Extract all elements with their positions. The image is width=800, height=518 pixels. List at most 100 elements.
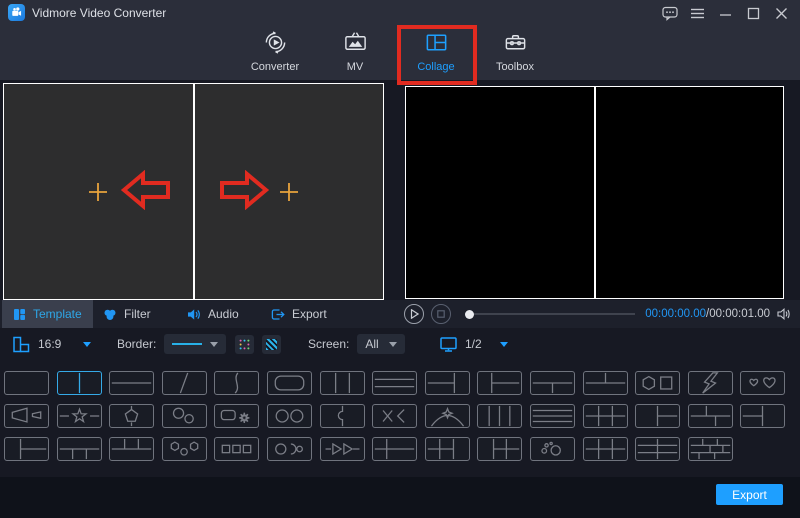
maximize-button[interactable] (745, 5, 762, 22)
template-thumbnail-left-2rows-right-col-b[interactable] (740, 404, 786, 428)
template-thumbnail-star-on-line[interactable] (56, 404, 102, 428)
template-thumbnail-two-hearts[interactable] (740, 371, 786, 395)
template-thumbnail-top-2-bottom-full[interactable] (582, 371, 628, 395)
screen-value: All (365, 337, 379, 351)
mosaic-grid-icon (690, 438, 730, 460)
template-thumbnail-top-full-bottom-2[interactable] (529, 371, 575, 395)
star-on-line-icon (59, 407, 99, 424)
template-thumbnail-circle-semicircles[interactable] (266, 437, 312, 461)
page-indicator: 1/2 (465, 337, 482, 351)
template-thumbnail-rounded-inset[interactable] (266, 371, 312, 395)
template-thumbnail-grid-2x3[interactable] (582, 404, 628, 428)
tab-filter[interactable]: Filter (92, 300, 162, 328)
tab-template[interactable]: Template (2, 300, 93, 328)
menu-button[interactable] (689, 5, 706, 22)
template-thumbnail-left-col-right-2rows-c[interactable] (4, 437, 49, 461)
template-thumbnail-two-circles-diagonal[interactable] (161, 404, 207, 428)
template-grid (4, 371, 796, 470)
bottom-bar: Export (0, 477, 800, 518)
tabs-and-player-strip: Template Filter Audio Export 00:00:00.00… (0, 300, 800, 328)
screen-select[interactable]: All (357, 334, 406, 354)
template-thumbnail-pentagon-on-line[interactable] (109, 404, 155, 428)
aspect-ratio-control[interactable]: 16:9 (12, 331, 92, 357)
curve-split-icon (234, 372, 239, 394)
top-2-bottom-full-icon (585, 372, 625, 384)
template-thumbnail-dots-and-circle[interactable] (529, 437, 575, 461)
grid-2x3-icon (585, 405, 625, 427)
border-color-select[interactable] (164, 334, 227, 354)
export-icon (271, 308, 285, 320)
arch-and-clover-icon (430, 406, 464, 427)
template-thumbnail-left-col-cross[interactable] (372, 437, 418, 461)
template-thumbnail-split-4-rows[interactable] (529, 404, 575, 428)
template-thumbnail-single[interactable] (4, 371, 49, 395)
template-thumbnail-grid-2x3-b[interactable] (582, 437, 628, 461)
pentagon-on-line-icon (124, 405, 139, 427)
template-thumbnail-cross-and-bracket[interactable] (372, 404, 418, 428)
template-thumbnail-split-3-rows[interactable] (372, 371, 418, 395)
template-thumbnail-top-full-bottom-3[interactable] (56, 437, 102, 461)
slider-knob[interactable] (465, 309, 474, 319)
template-thumbnail-split-3-cols[interactable] (319, 371, 365, 395)
nav-item-toolbox[interactable]: Toolbox (479, 29, 551, 77)
diagonal-stripes-button[interactable] (262, 334, 282, 354)
border-dropdown-arrow-icon (210, 341, 219, 347)
split-3-cols-icon (334, 372, 350, 394)
close-button[interactable] (773, 5, 790, 22)
tab-export[interactable]: Export (260, 300, 338, 328)
stop-button[interactable] (431, 304, 451, 324)
diagonal-split-icon (179, 372, 189, 394)
volume-button[interactable] (777, 308, 792, 320)
seek-slider[interactable] (465, 309, 635, 319)
template-thumbnail-split-2-cols[interactable] (56, 371, 102, 395)
feedback-bubble-icon (661, 6, 678, 21)
collage-cell-right[interactable] (192, 84, 383, 299)
template-thumbnail-grid-2x2-right-col[interactable] (424, 437, 470, 461)
play-button[interactable] (404, 304, 424, 324)
template-thumbnail-three-squares[interactable] (214, 437, 260, 461)
nav-item-converter[interactable]: Converter (239, 29, 311, 77)
template-thumbnail-curve-split[interactable] (214, 371, 260, 395)
grid-2x3-b-icon (585, 438, 625, 460)
template-thumbnail-mosaic-grid[interactable] (687, 437, 733, 461)
template-thumbnail-split-4-cols[interactable] (477, 404, 523, 428)
template-thumbnail-split-2-rows[interactable] (109, 371, 155, 395)
left-2rows-right-col-icon (427, 372, 455, 394)
export-button[interactable]: Export (716, 484, 783, 505)
lightning-split-icon (701, 372, 719, 394)
template-thumbnail-offset-grid-4[interactable] (687, 404, 733, 428)
add-video-plus-icon[interactable] (278, 181, 299, 202)
page-dropdown-arrow-icon[interactable] (499, 341, 508, 347)
template-thumbnail-frame-and-burst[interactable] (214, 404, 260, 428)
tab-label: Audio (208, 307, 239, 321)
rounded-inset-icon (274, 375, 305, 391)
nav-item-mv[interactable]: MV (319, 29, 391, 77)
template-thumbnail-hex-circle-hex[interactable] (161, 437, 207, 461)
template-thumbnail-two-arrows[interactable] (319, 437, 365, 461)
template-thumbnail-lightning-split[interactable] (687, 371, 733, 395)
template-thumbnail-two-circles[interactable] (266, 404, 312, 428)
red-arrow-right-icon (220, 169, 269, 210)
collage-cell-left[interactable] (4, 84, 193, 299)
template-thumbnail-left-col-grid-2x2[interactable] (477, 437, 523, 461)
template-thumbnail-megaphones[interactable] (4, 404, 49, 428)
template-thumbnail-left-2rows-right-col[interactable] (424, 371, 470, 395)
template-thumbnail-hexagon-square[interactable] (635, 371, 681, 395)
slider-track[interactable] (474, 313, 635, 315)
template-thumbnail-left-col-right-2rows[interactable] (635, 404, 681, 428)
template-thumbnail-left-col-right-2rows-narrow[interactable] (477, 371, 523, 395)
dotted-border-button[interactable] (235, 334, 255, 354)
screen-label: Screen: (308, 337, 350, 351)
template-thumbnail-grid-2cols-3rows[interactable] (635, 437, 681, 461)
border-control: Border: (117, 331, 282, 357)
template-thumbnail-top-3-bottom-full[interactable] (109, 437, 155, 461)
minimize-button[interactable] (717, 5, 734, 22)
feedback-button[interactable] (661, 5, 678, 22)
add-video-plus-icon[interactable] (88, 181, 109, 202)
tab-audio[interactable]: Audio (176, 300, 250, 328)
template-thumbnail-arch-and-clover[interactable] (424, 404, 470, 428)
aspect-dropdown-arrow-icon[interactable] (83, 341, 92, 347)
two-hearts-icon (749, 377, 776, 389)
template-thumbnail-diagonal-split[interactable] (161, 371, 207, 395)
template-thumbnail-puzzle-split[interactable] (319, 404, 365, 428)
